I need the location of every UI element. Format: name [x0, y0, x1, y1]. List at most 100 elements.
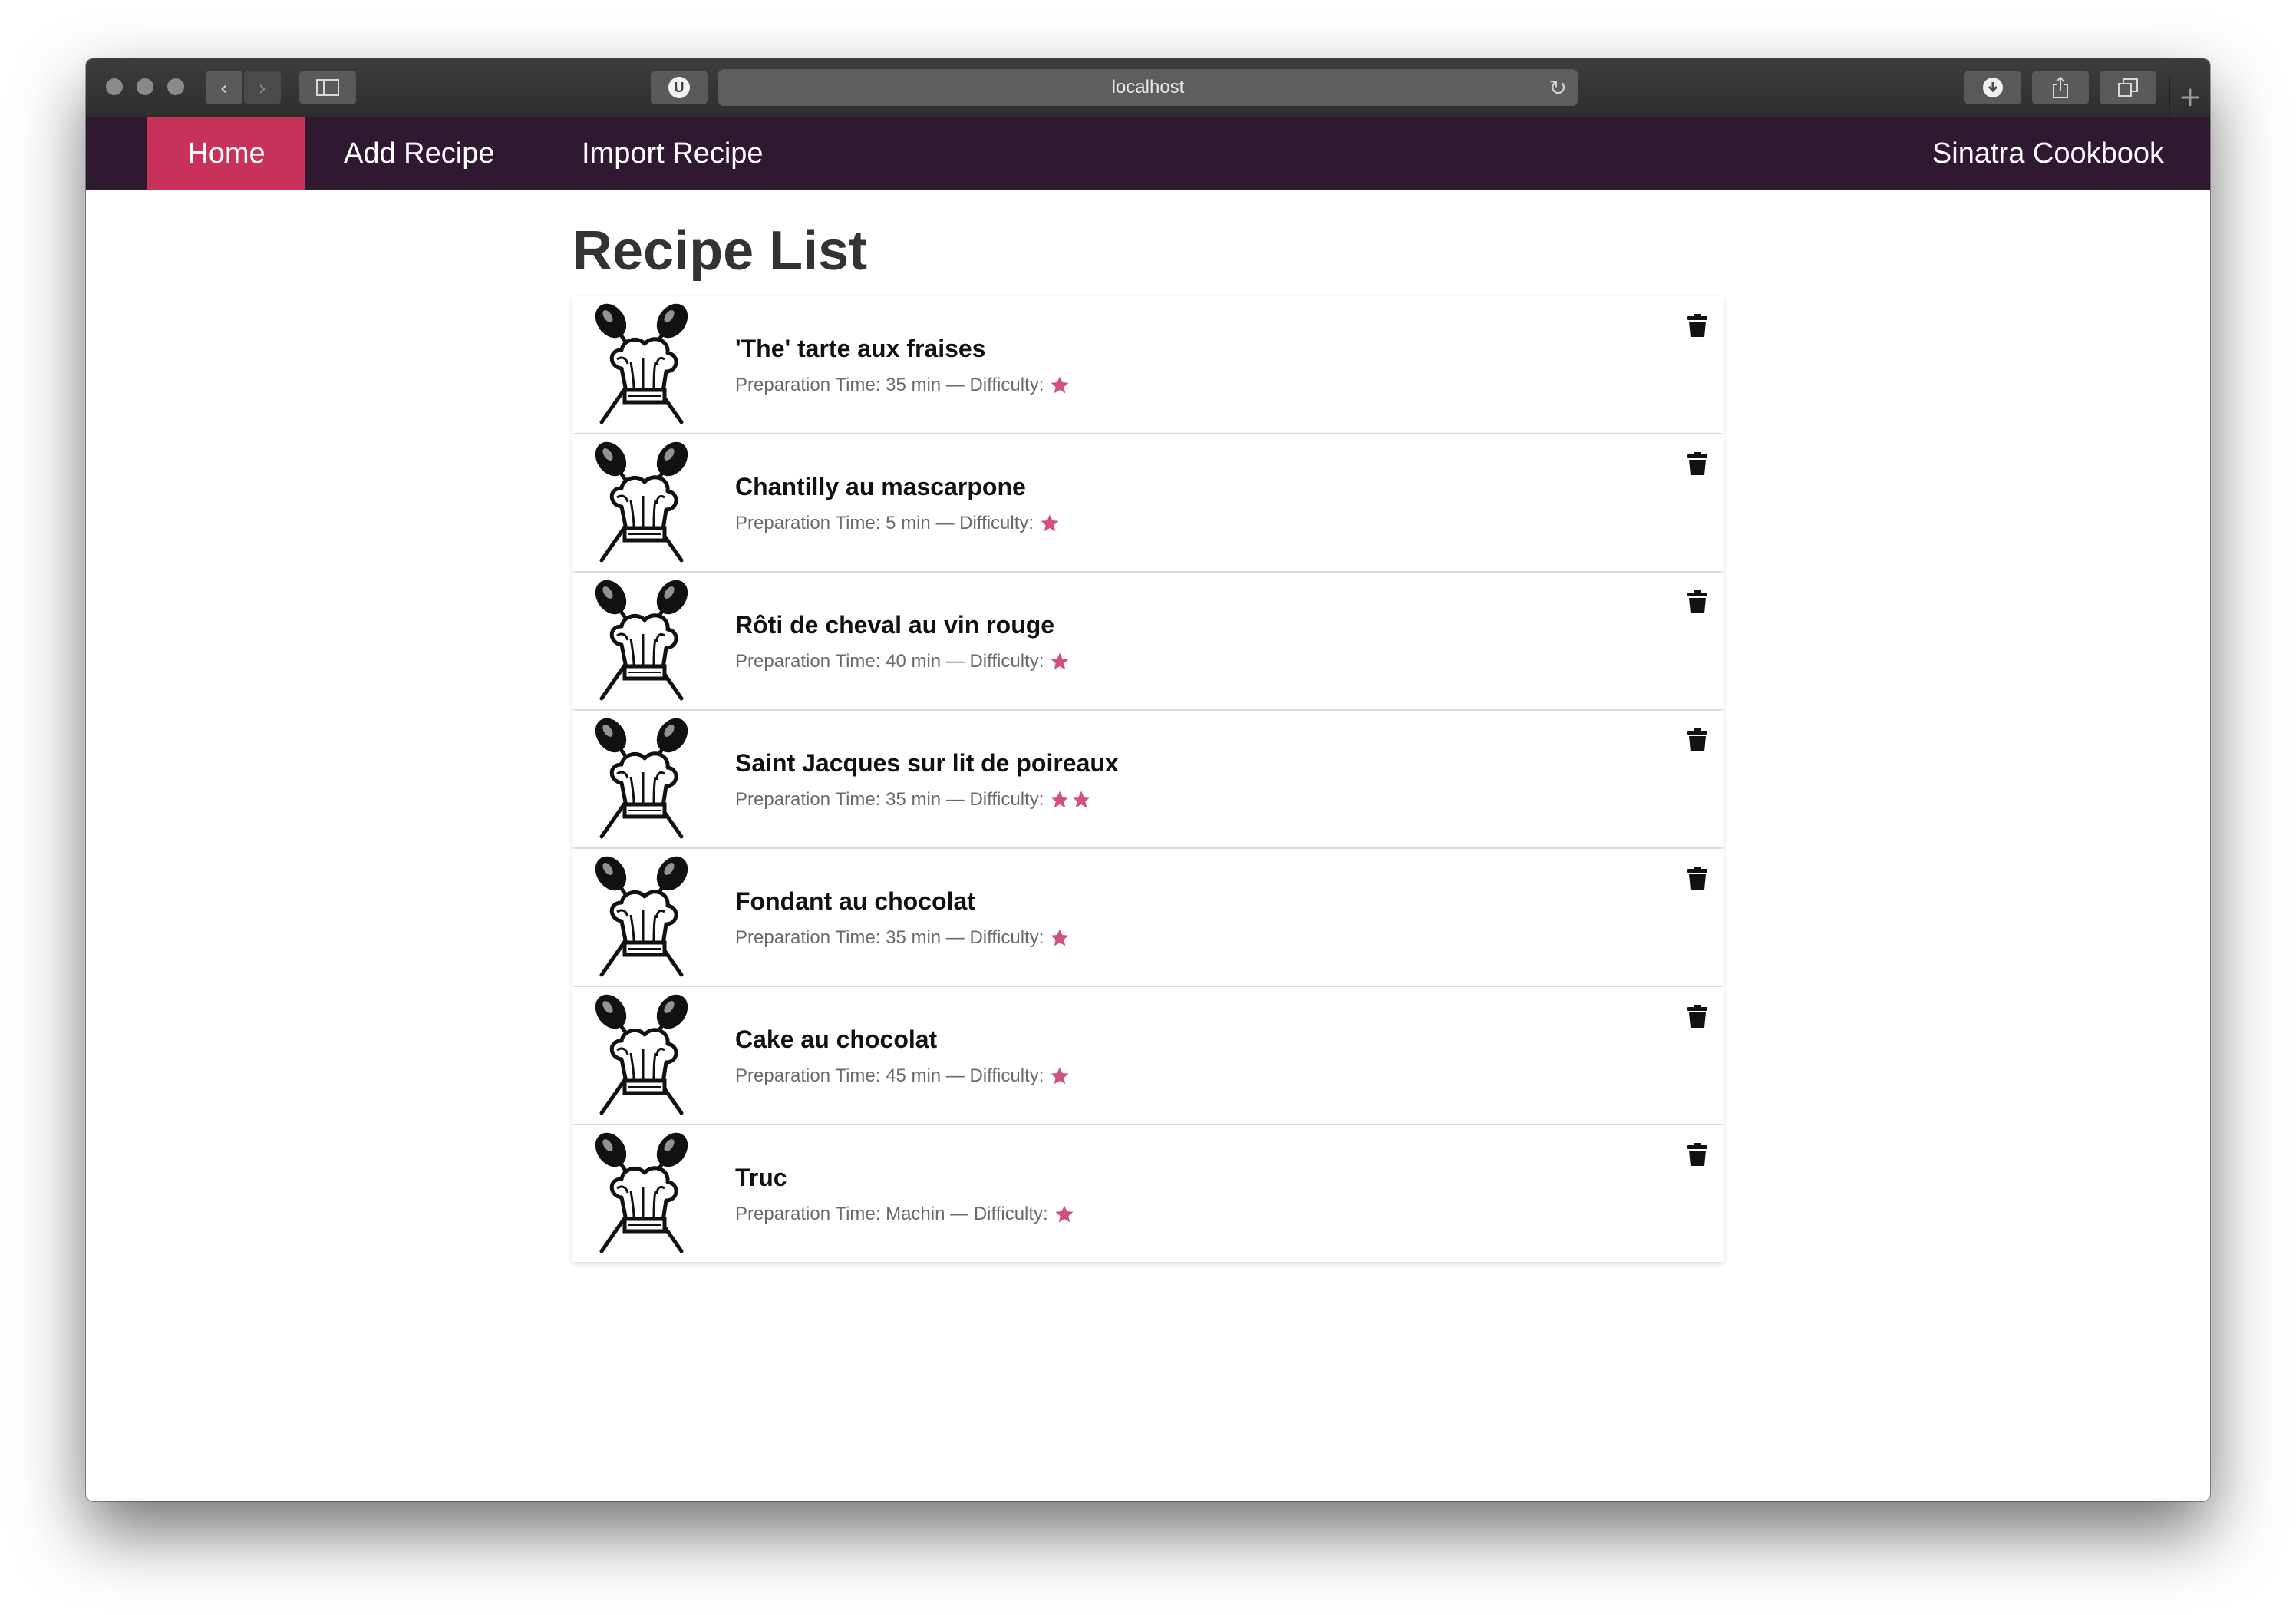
nav-import-recipe[interactable]: Import Recipe	[582, 117, 764, 190]
meta-separator: —	[941, 375, 970, 395]
recipe-title[interactable]: Saint Jacques sur lit de poireaux	[735, 749, 1119, 778]
trash-icon[interactable]	[1687, 728, 1708, 752]
difficulty-stars	[1050, 1066, 1071, 1086]
recipe-title[interactable]: Chantilly au mascarpone	[735, 473, 1026, 501]
difficulty-stars	[1050, 375, 1071, 395]
difficulty-label: Difficulty:	[969, 1065, 1044, 1086]
share-button[interactable]	[2032, 71, 2089, 104]
recipe-card[interactable]: Rôti de cheval au vin rouge Preparation T…	[572, 573, 1724, 709]
recipe-card[interactable]: Truc Preparation Time: Machin — Difficult…	[572, 1125, 1724, 1262]
site-navbar: Home Add Recipe Import Recipe Sinatra Co…	[86, 117, 2210, 190]
recipe-meta: Preparation Time: 40 min — Difficulty:	[735, 651, 1071, 672]
address-bar[interactable]: localhost ↻	[718, 69, 1578, 106]
crossed-spoons-chef-hat-icon	[595, 303, 688, 424]
recipe-title[interactable]: 'The' tarte aux fraises	[735, 335, 985, 363]
prep-time: Preparation Time: 45 min	[735, 1065, 942, 1086]
back-button[interactable]: ‹	[206, 71, 242, 104]
browser-toolbar: ‹ › U localhost ↻ +	[86, 58, 2210, 117]
chevron-left-icon: ‹	[219, 74, 229, 101]
recipe-meta: Preparation Time: 45 min — Difficulty:	[735, 1065, 1071, 1087]
prep-time: Preparation Time: Machin	[735, 1204, 945, 1224]
extension-u-icon: U	[668, 77, 690, 98]
recipe-meta: Preparation Time: 35 min — Difficulty:	[735, 789, 1093, 811]
nav-home-label: Home	[187, 137, 266, 170]
crossed-spoons-chef-hat-icon	[595, 441, 688, 563]
trash-icon[interactable]	[1687, 1142, 1708, 1167]
difficulty-label: Difficulty:	[969, 375, 1044, 395]
meta-separator: —	[941, 789, 970, 810]
meta-separator: —	[930, 513, 960, 533]
recipe-title[interactable]: Fondant au chocolat	[735, 887, 975, 916]
chevron-right-icon: ›	[258, 74, 267, 101]
crossed-spoons-chef-hat-icon	[595, 718, 688, 839]
recipe-meta: Preparation Time: Machin — Difficulty:	[735, 1204, 1076, 1225]
star-icon	[1041, 514, 1059, 532]
difficulty-label: Difficulty:	[969, 789, 1044, 810]
downloads-button[interactable]	[1964, 71, 2021, 104]
tabs-overview-button[interactable]	[2100, 71, 2156, 104]
sidebar-toggle-button[interactable]	[299, 71, 356, 104]
meta-separator: —	[945, 1204, 974, 1224]
recipe-card[interactable]: 'The' tarte aux fraises Preparation Time:…	[572, 296, 1724, 433]
trash-icon[interactable]	[1687, 590, 1708, 614]
difficulty-stars	[1050, 652, 1071, 672]
difficulty-stars	[1050, 790, 1093, 810]
nav-add-recipe[interactable]: Add Recipe	[344, 117, 494, 190]
page-title: Recipe List	[572, 220, 868, 282]
difficulty-label: Difficulty:	[959, 513, 1034, 533]
prep-time: Preparation Time: 35 min	[735, 789, 942, 810]
difficulty-stars	[1050, 928, 1071, 948]
minimize-window-button[interactable]	[137, 78, 153, 95]
nav-home[interactable]: Home	[147, 117, 305, 190]
sidebar-icon	[316, 79, 339, 96]
reload-icon[interactable]: ↻	[1549, 75, 1567, 101]
prep-time: Preparation Time: 5 min	[735, 513, 931, 533]
forward-button[interactable]: ›	[244, 71, 281, 104]
recipe-card[interactable]: Chantilly au mascarpone Preparation Time:…	[572, 434, 1724, 571]
zoom-window-button[interactable]	[167, 78, 184, 95]
trash-icon[interactable]	[1687, 866, 1708, 890]
close-window-button[interactable]	[106, 78, 123, 95]
extension-button[interactable]: U	[651, 71, 708, 104]
crossed-spoons-chef-hat-icon	[595, 1132, 688, 1253]
recipe-card[interactable]: Saint Jacques sur lit de poireaux Prepara…	[572, 711, 1724, 847]
star-icon	[1051, 1067, 1069, 1085]
trash-icon[interactable]	[1687, 1004, 1708, 1029]
crossed-spoons-chef-hat-icon	[595, 994, 688, 1115]
nav-add-recipe-label: Add Recipe	[344, 137, 495, 170]
recipe-title[interactable]: Rôti de cheval au vin rouge	[735, 611, 1054, 639]
recipe-meta: Preparation Time: 5 min — Difficulty:	[735, 513, 1061, 534]
star-icon	[1051, 652, 1069, 670]
trash-icon[interactable]	[1687, 313, 1708, 338]
crossed-spoons-chef-hat-icon	[595, 580, 688, 701]
download-icon	[1983, 78, 2003, 97]
difficulty-stars	[1040, 514, 1061, 533]
recipe-title[interactable]: Truc	[735, 1164, 787, 1192]
meta-separator: —	[941, 651, 970, 672]
browser-window: ‹ › U localhost ↻ + Home Add Recipe Impo…	[86, 58, 2210, 1501]
site-brand[interactable]: Sinatra Cookbook	[1932, 117, 2164, 190]
plus-icon: +	[2178, 81, 2202, 113]
recipe-card[interactable]: Fondant au chocolat Preparation Time: 35 …	[572, 849, 1724, 986]
star-icon	[1051, 376, 1069, 394]
recipe-card[interactable]: Cake au chocolat Preparation Time: 45 min…	[572, 987, 1724, 1124]
recipe-title[interactable]: Cake au chocolat	[735, 1025, 937, 1054]
url-text: localhost	[1111, 77, 1185, 97]
star-icon	[1051, 791, 1069, 808]
star-icon	[1055, 1205, 1074, 1223]
recipe-meta: Preparation Time: 35 min — Difficulty:	[735, 927, 1071, 949]
site-brand-label: Sinatra Cookbook	[1931, 137, 2164, 170]
difficulty-label: Difficulty:	[969, 651, 1044, 672]
meta-separator: —	[941, 927, 970, 948]
star-icon	[1051, 929, 1069, 946]
difficulty-label: Difficulty:	[973, 1204, 1048, 1224]
difficulty-label: Difficulty:	[969, 927, 1044, 948]
nav-import-recipe-label: Import Recipe	[582, 137, 764, 170]
trash-icon[interactable]	[1687, 451, 1708, 476]
prep-time: Preparation Time: 35 min	[735, 375, 942, 395]
share-icon	[2053, 76, 2068, 98]
new-tab-button[interactable]: +	[2169, 77, 2210, 117]
star-icon	[1072, 791, 1090, 808]
prep-time: Preparation Time: 40 min	[735, 651, 942, 672]
recipe-meta: Preparation Time: 35 min — Difficulty:	[735, 375, 1071, 396]
